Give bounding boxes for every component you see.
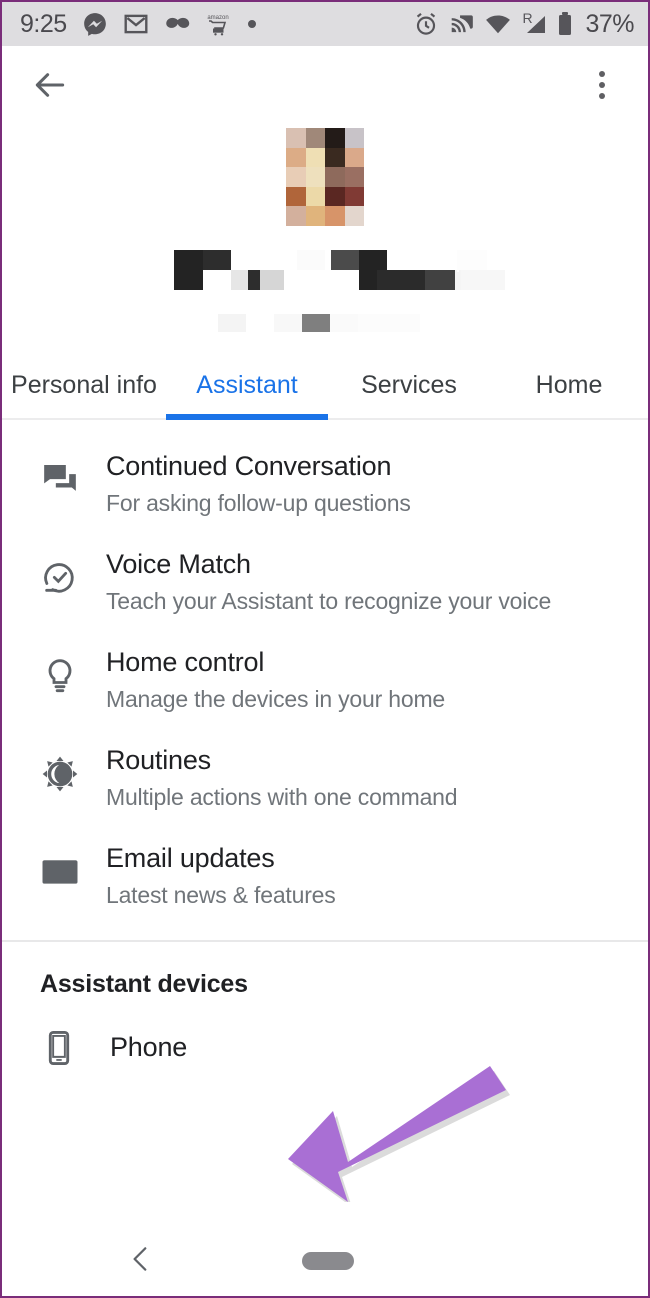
status-bar: 9:25 amazon R 37% <box>2 2 648 46</box>
overflow-dot <box>599 93 605 99</box>
chevron-left-icon <box>133 1247 147 1271</box>
question-answer-icon <box>32 448 88 500</box>
list-item-subtitle: Teach your Assistant to recognize your v… <box>106 588 552 615</box>
list-item-home-control[interactable]: Home control Manage the devices in your … <box>2 630 648 728</box>
tab-label: Home <box>535 370 603 399</box>
messenger-icon <box>83 13 106 36</box>
cellular-signal-icon <box>527 16 546 33</box>
system-navigation-bar <box>2 1224 648 1296</box>
list-item-text: Home control Manage the devices in your … <box>88 644 445 714</box>
cellular-signal-group: R <box>521 10 547 37</box>
gmail-icon <box>124 14 148 34</box>
overflow-dot <box>599 82 605 88</box>
assistant-devices-section: Assistant devices Phone <box>2 942 648 1077</box>
devices-heading: Assistant devices <box>40 969 248 998</box>
tab-home[interactable]: Home <box>490 352 648 418</box>
svg-text:amazon: amazon <box>207 15 228 21</box>
status-bar-left-icons: 9:25 amazon <box>20 10 258 39</box>
assistant-settings-list: Continued Conversation For asking follow… <box>2 420 648 924</box>
list-item-title: Home control <box>106 646 265 677</box>
routines-sun-moon-icon <box>32 742 88 794</box>
list-item-text: Continued Conversation For asking follow… <box>88 448 411 518</box>
list-item-text: Email updates Latest news & features <box>88 840 336 910</box>
overflow-dot <box>599 71 605 77</box>
nav-home-handle[interactable] <box>302 1252 354 1270</box>
tab-services[interactable]: Services <box>328 352 490 418</box>
back-arrow-icon <box>35 73 65 97</box>
tab-label: Assistant <box>196 370 298 399</box>
overflow-menu-button[interactable] <box>582 61 622 109</box>
tab-personal-info[interactable]: Personal info <box>2 352 166 418</box>
nav-back-button[interactable] <box>124 1242 158 1281</box>
profile-email <box>2 314 648 344</box>
status-bar-right-icons: R 37% <box>413 10 634 39</box>
list-item-title: Email updates <box>106 842 275 873</box>
list-item-subtitle: Manage the devices in your home <box>106 686 446 713</box>
list-item-subtitle: For asking follow-up questions <box>106 490 411 517</box>
list-item-title: Routines <box>106 744 211 775</box>
cast-icon <box>452 15 474 33</box>
alarm-icon <box>417 12 436 35</box>
profile-header <box>2 124 648 352</box>
wifi-icon <box>486 15 511 34</box>
device-label: Phone <box>110 1032 188 1063</box>
device-row-phone[interactable]: Phone <box>2 999 648 1077</box>
smartphone-icon <box>40 1029 84 1067</box>
status-clock: 9:25 <box>20 9 67 38</box>
back-button[interactable] <box>26 61 74 109</box>
amazon-cart-icon: amazon <box>207 15 228 36</box>
list-item-title: Continued Conversation <box>106 451 392 481</box>
list-item-subtitle: Latest news & features <box>106 882 336 909</box>
list-item-routines[interactable]: Routines Multiple actions with one comma… <box>2 728 648 826</box>
app-bar <box>2 46 648 124</box>
list-item-title: Voice Match <box>106 548 251 579</box>
list-item-text: Voice Match Teach your Assistant to reco… <box>88 546 551 616</box>
tab-label: Personal info <box>11 370 157 399</box>
battery-icon <box>559 12 572 35</box>
dot-icon <box>247 20 256 28</box>
list-item-subtitle: Multiple actions with one command <box>106 784 458 811</box>
list-item-continued-conversation[interactable]: Continued Conversation For asking follow… <box>2 434 648 532</box>
mustache-icon <box>165 17 189 28</box>
profile-name <box>2 244 648 314</box>
battery-percent-label: 37% <box>585 9 634 38</box>
tab-assistant[interactable]: Assistant <box>166 352 328 420</box>
list-item-text: Routines Multiple actions with one comma… <box>88 742 458 812</box>
list-item-voice-match[interactable]: Voice Match Teach your Assistant to reco… <box>2 532 648 630</box>
list-item-email-updates[interactable]: Email updates Latest news & features <box>2 826 648 924</box>
voice-match-check-icon <box>32 546 88 598</box>
tab-bar: Personal info Assistant Services Home <box>2 352 648 420</box>
lightbulb-icon <box>32 644 88 696</box>
phone-screen: 9:25 amazon R 37% Personal info Assistan… <box>0 0 650 1298</box>
envelope-icon <box>32 840 88 892</box>
tab-label: Services <box>361 370 457 399</box>
avatar <box>286 128 364 226</box>
